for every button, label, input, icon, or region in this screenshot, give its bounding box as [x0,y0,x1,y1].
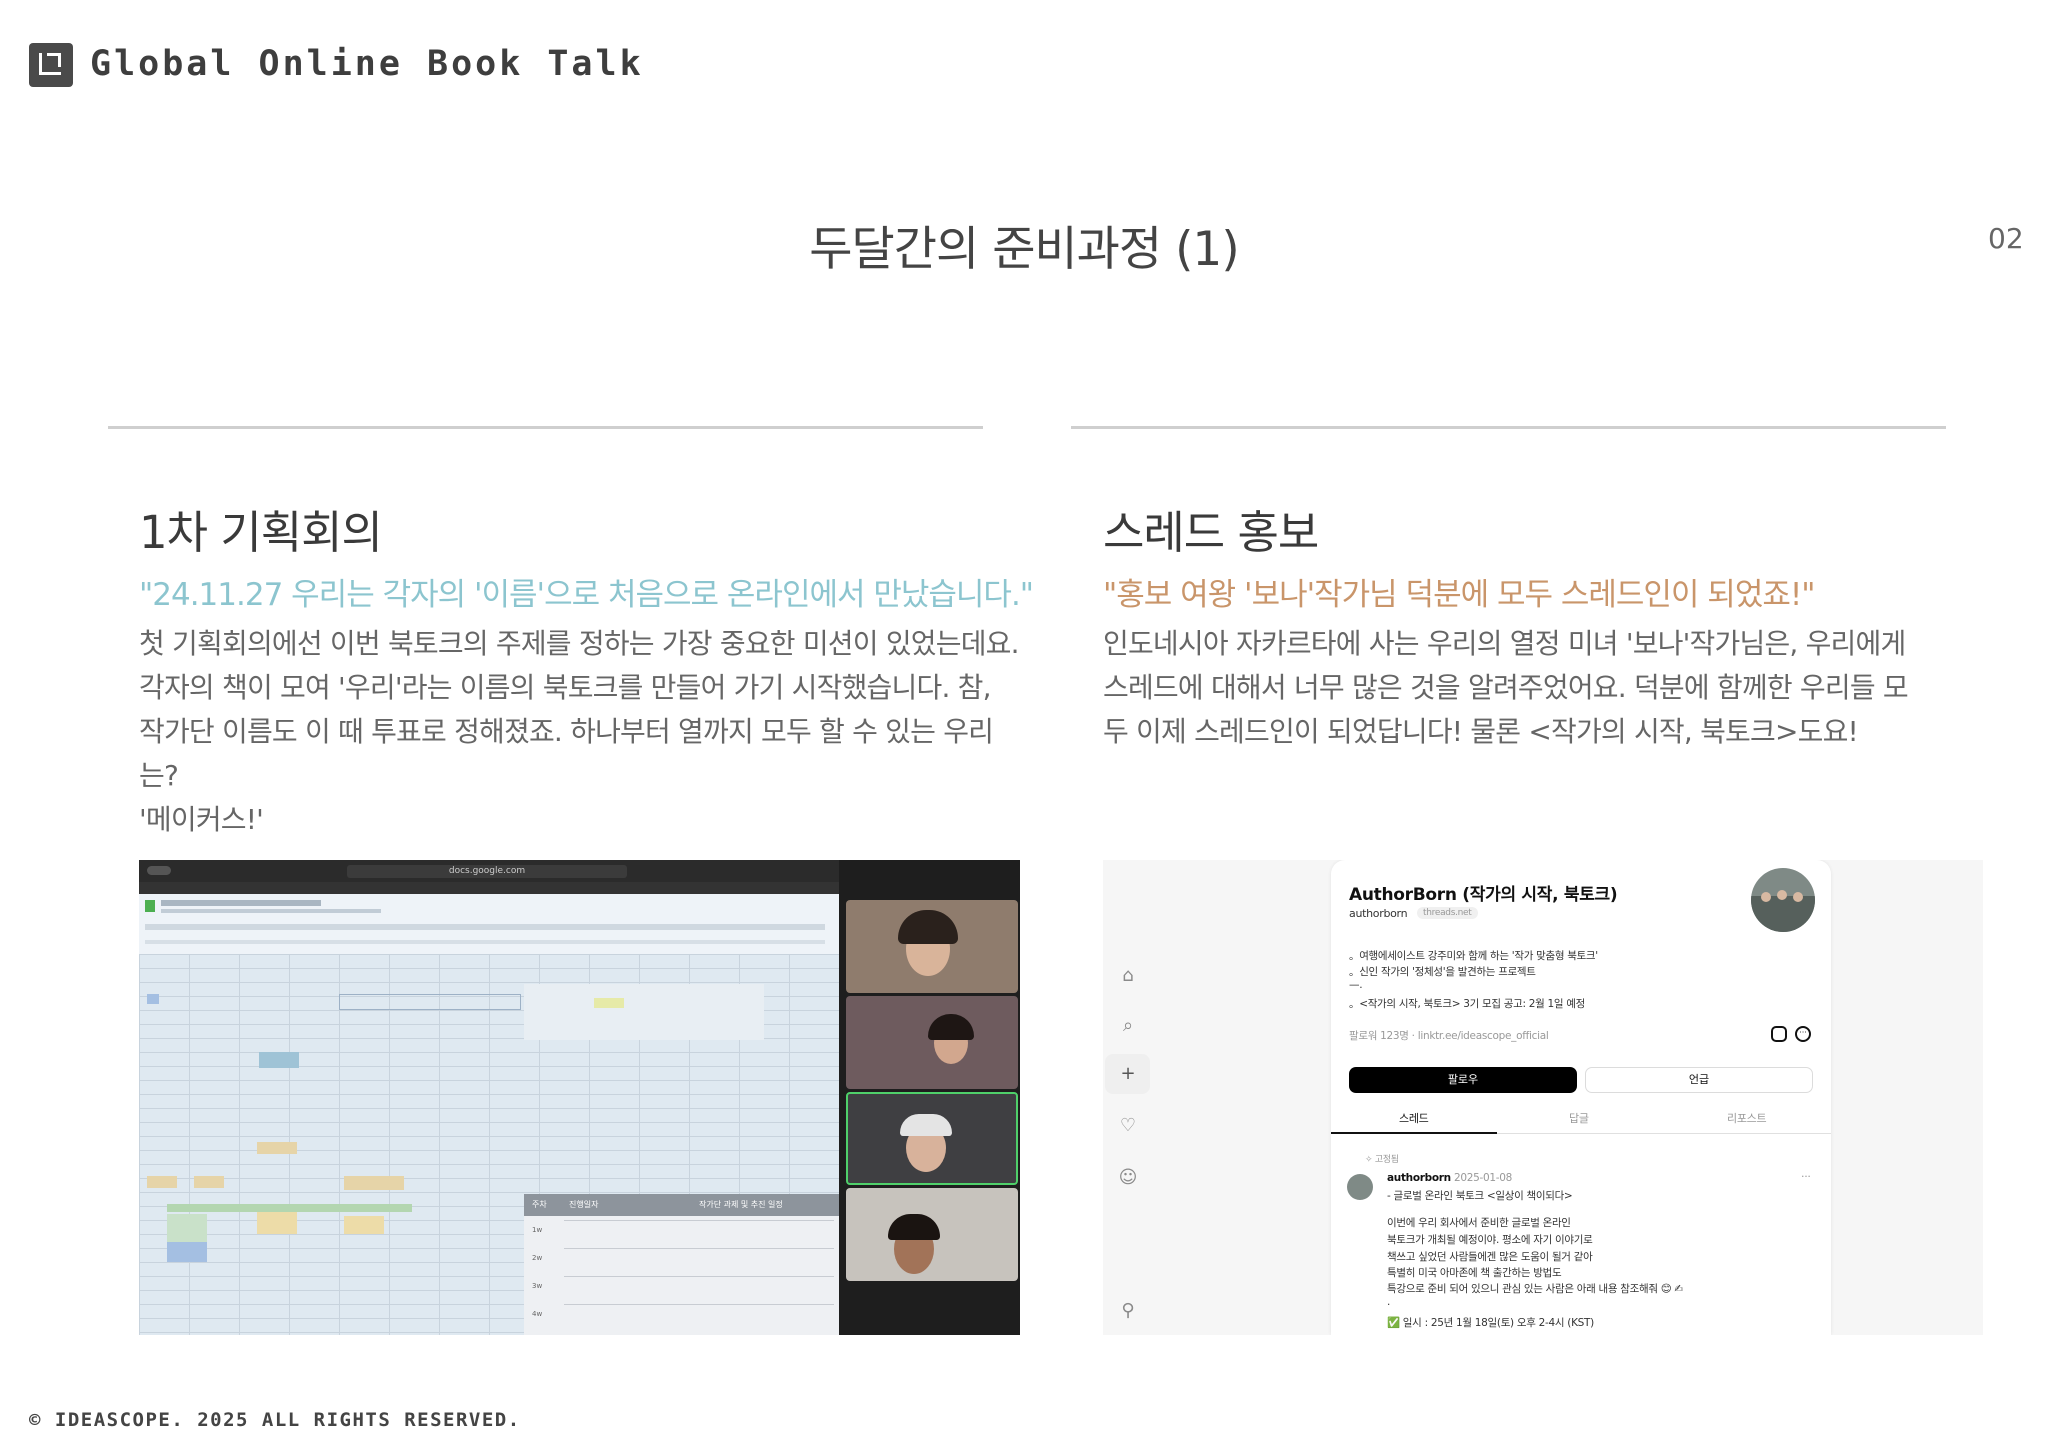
post-avatar[interactable] [1347,1174,1373,1200]
right-quote: "홍보 여왕 '보나'작가님 덕분에 모두 스레드인이 되었죠!" [1103,577,1816,613]
bio-line: 。신인 작가의 '정체성'을 발견하는 프로젝트 [1349,966,1536,978]
post-line: 책쓰고 싶었던 사람들에겐 많은 도움이 될거 같아 [1387,1251,1593,1263]
copyright-footer: © IDEASCOPE. 2025 ALL RIGHTS RESERVED. [29,1409,521,1431]
spreadsheet: 주차 진행일자 작가단 과제 및 추진 일정 1w 2w 3w 4w [139,894,839,1335]
right-body: 인도네시아 자카르타에 사는 우리의 열정 미녀 '보나'작가님은, 우리에게 … [1103,627,1909,748]
plus-icon: + [1120,1063,1136,1084]
search-icon[interactable]: ⌕ [1117,1015,1139,1037]
pin-icon[interactable]: ⚲ [1117,1300,1139,1322]
participant-video [846,900,1018,993]
post-line: 이번에 우리 회사에서 준비한 글로벌 온라인 [1387,1217,1571,1229]
table-header-task: 작가단 과제 및 추진 일정 [699,1200,783,1209]
create-button[interactable]: + [1105,1054,1150,1094]
domain-badge[interactable]: threads.net [1417,907,1478,919]
page-number: 02 [1988,222,2024,255]
pinned-label: ✧ 고정됨 [1365,1152,1399,1165]
tab-divider [1497,1133,1831,1134]
right-heading: 스레드 홍보 [1103,506,1319,559]
table-row: 4w [532,1310,543,1318]
schedule-table: 주차 진행일자 작가단 과제 및 추진 일정 1w 2w 3w 4w [524,1194,839,1335]
pinned-text: 고정됨 [1374,1155,1399,1165]
followers-link[interactable]: 팔로워 123명 · linktr.ee/ideascope_official [1349,1028,1549,1043]
post-author[interactable]: authorborn [1387,1172,1451,1184]
heart-icon[interactable]: ♡ [1117,1115,1139,1137]
profile-icon[interactable]: ☺ [1117,1167,1139,1189]
tab-reposts[interactable]: 리포스트 [1727,1110,1767,1126]
post-line: 특별히 미국 아마존에 책 출간하는 방법도 [1387,1267,1562,1279]
table-row: 3w [532,1282,543,1290]
post-date: 2025-01-08 [1454,1172,1513,1184]
more-icon[interactable]: ··· [1795,1026,1811,1042]
post-line: 특강으로 준비 되어 있으니 관심 있는 사람은 아래 내용 참조해줘 😊 ✍ [1387,1283,1683,1295]
avatar[interactable] [1751,868,1815,932]
left-heading: 1차 기획회의 [139,506,383,559]
tab-replies[interactable]: 답글 [1569,1110,1589,1126]
post-line: 북토크가 개최될 예정이야. 평소에 자기 이야기로 [1387,1234,1593,1246]
active-tab-indicator [1331,1132,1497,1134]
threads-screenshot: ⌂ ⌕ + ♡ ☺ ⚲ AuthorBorn (작가의 시작, 북토크) aut… [1103,860,1983,1335]
bio-line: —. [1349,979,1363,991]
table-row: 1w [532,1226,543,1234]
browser-url: docs.google.com [347,865,627,878]
table-header-week: 주차 [532,1200,547,1209]
table-header-date: 진행일자 [569,1200,599,1209]
post-event-line: ✅ 일시 : 25년 1월 18일(토) 오후 2-4시 (KST) [1387,1317,1594,1329]
browser-tabs [139,882,839,894]
right-divider [1071,426,1946,429]
profile-handle: authorborn [1349,907,1408,920]
post-line: . [1387,1296,1391,1308]
post-more-icon[interactable]: ··· [1801,1170,1811,1183]
bio-line: 。여행에세이스트 강주미와 함께 하는 '작가 맞춤형 북토크' [1349,950,1598,962]
tab-threads[interactable]: 스레드 [1399,1110,1429,1126]
participant-video [846,996,1018,1089]
page-title: 두달간의 준비과정 (1) [809,222,1239,277]
left-divider [108,426,983,429]
mention-button[interactable]: 언급 [1585,1067,1813,1093]
browser-toolbar: docs.google.com [139,860,839,882]
logo [29,43,73,87]
home-icon[interactable]: ⌂ [1117,965,1139,987]
profile-panel: AuthorBorn (작가의 시작, 북토크) authorborn thre… [1331,860,1831,1335]
profile-name: AuthorBorn (작가의 시작, 북토크) [1349,885,1618,905]
pin-icon: ✧ [1365,1155,1373,1165]
post-line: - 글로벌 온라인 북토크 <일상이 책이되다> [1387,1190,1573,1202]
participant-video-active [846,1092,1018,1185]
instagram-icon[interactable] [1771,1026,1787,1042]
brand-title: Global Online Book Talk [90,44,644,84]
table-row: 2w [532,1254,543,1262]
meeting-screenshot: docs.google.com 주차 진행일자 작가단 과제 및 추진 일정 1… [139,860,1020,1335]
participant-video [846,1188,1018,1281]
left-quote: "24.11.27 우리는 각자의 '이름'으로 처음으로 온라인에서 만났습니… [139,577,1034,613]
follow-button[interactable]: 팔로우 [1349,1067,1577,1093]
left-body: 첫 기획회의에선 이번 북토크의 주제를 정하는 가장 중요한 미션이 있었는데… [139,627,1020,836]
bio-line: 。<작가의 시작, 북토크> 3기 모집 공고: 2월 1일 예정 [1349,998,1586,1010]
